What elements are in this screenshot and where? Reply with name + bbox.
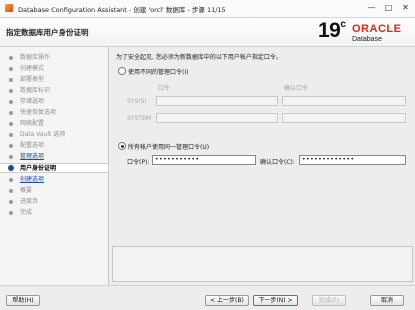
step-done-icon xyxy=(9,78,13,82)
step-data-vault-option: Data Vault 选项 xyxy=(20,131,66,138)
step-done-icon xyxy=(9,122,13,126)
step-summary: 概要 xyxy=(20,187,33,194)
step-link-icon xyxy=(9,178,13,182)
wizard-footer: 帮助(H) < 上一步(B) 下一步(N) > 完成(F) 取消 xyxy=(0,285,415,310)
status-panel xyxy=(112,246,413,282)
close-icon[interactable]: ✕ xyxy=(400,3,411,13)
logo-version: 19c xyxy=(318,19,346,43)
step-creation-option[interactable]: 创建选项 xyxy=(20,175,44,185)
step-creation-mode: 创建模式 xyxy=(20,65,45,72)
help-button[interactable]: 帮助(H) xyxy=(6,295,40,306)
sys-label: SYS(S) xyxy=(127,98,147,105)
step-database-operation: 数据库操作 xyxy=(20,54,51,61)
radio-same-password[interactable] xyxy=(118,142,126,150)
system-confirm-field[interactable] xyxy=(282,113,406,123)
step-done-icon xyxy=(9,133,13,137)
step-done-icon xyxy=(9,100,13,104)
main-content: 为了安全起见, 您必须为新数据库中的以下用户帐户指定口令。 使用不同的管理口令(… xyxy=(110,48,415,284)
same-confirm-label: 确认口令(C): xyxy=(260,159,295,166)
step-finish: 完成 xyxy=(20,209,33,216)
maximize-icon[interactable]: □ xyxy=(383,3,394,13)
window-controls: — □ ✕ xyxy=(366,3,411,13)
radio-different-passwords[interactable] xyxy=(118,67,126,75)
wizard-steps: 数据库操作 创建模式 部署类型 数据库标识 存储选项 快速恢复选项 网络配置 D… xyxy=(0,47,109,285)
step-pending-icon xyxy=(9,211,13,215)
step-current-icon xyxy=(8,165,14,171)
step-done-icon xyxy=(9,89,13,93)
step-configuration-options: 配置选项 xyxy=(20,142,45,149)
step-storage-option: 存储选项 xyxy=(20,98,45,105)
same-password-input[interactable]: ••••••••••• xyxy=(152,155,256,165)
step-progress-page: 进度页 xyxy=(20,198,39,205)
oracle-logo: ORACLE xyxy=(352,23,402,35)
step-deployment-type: 部署类型 xyxy=(20,76,45,83)
step-pending-icon xyxy=(9,200,13,204)
window-title: Database Configuration Assistant - 创建 'o… xyxy=(18,6,226,14)
step-management-options[interactable]: 管理选项 xyxy=(20,152,44,162)
step-link-icon xyxy=(9,155,13,159)
radio-same-password-label[interactable]: 所有帐户使用同一管理口令(U) xyxy=(128,142,209,151)
step-database-identification: 数据库标识 xyxy=(20,87,51,94)
minimize-icon[interactable]: — xyxy=(366,3,377,13)
logo-version-number: 19 xyxy=(318,19,341,42)
step-user-credentials[interactable]: 用户身份证明 xyxy=(0,163,108,173)
logo-product: Database xyxy=(352,36,382,43)
sys-password-field[interactable] xyxy=(156,96,278,106)
page-title: 指定数据库用户身份证明 xyxy=(6,28,89,37)
step-done-icon xyxy=(9,144,13,148)
radio-different-passwords-label[interactable]: 使用不同的管理口令(I) xyxy=(128,67,188,76)
sys-confirm-field[interactable] xyxy=(282,96,406,106)
next-button[interactable]: 下一步(N) > xyxy=(253,295,298,306)
system-password-field[interactable] xyxy=(156,113,278,123)
system-label: SYSTEM xyxy=(127,115,151,122)
step-done-icon xyxy=(9,67,13,71)
step-network-configuration: 网络配置 xyxy=(20,120,45,127)
same-password-label: 口令(P): xyxy=(127,159,150,166)
column-password-header: 口令 xyxy=(158,85,171,92)
step-done-icon xyxy=(9,56,13,60)
cancel-button[interactable]: 取消 xyxy=(370,295,404,306)
logo-version-suffix: c xyxy=(340,19,346,30)
step-fast-recovery-option: 快速恢复选项 xyxy=(20,109,57,116)
window-titlebar: Database Configuration Assistant - 创建 'o… xyxy=(0,0,415,18)
same-confirm-input[interactable]: ••••••••••••• xyxy=(299,155,406,165)
finish-button[interactable]: 完成(F) xyxy=(312,295,346,306)
step-done-icon xyxy=(9,111,13,115)
intro-text: 为了安全起见, 您必须为新数据库中的以下用户帐户指定口令。 xyxy=(116,54,282,61)
column-confirm-header: 确认口令 xyxy=(284,85,309,92)
app-icon xyxy=(5,4,13,12)
back-button[interactable]: < 上一步(B) xyxy=(205,295,249,306)
wizard-header: 指定数据库用户身份证明 19c ORACLE Database xyxy=(0,18,415,47)
step-pending-icon xyxy=(9,189,13,193)
